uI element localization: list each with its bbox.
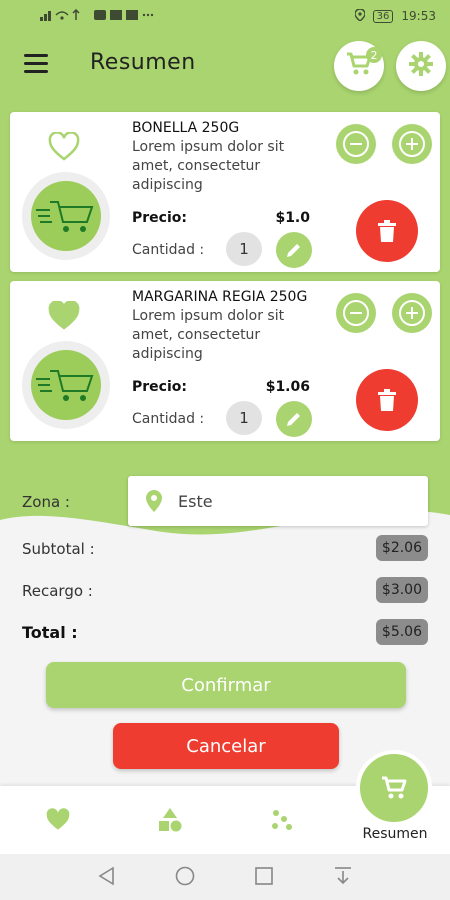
nav-summary[interactable]	[356, 750, 432, 826]
location-pin-icon	[146, 490, 162, 512]
cancel-button[interactable]: Cancelar	[113, 723, 339, 769]
edit-quantity-button[interactable]	[276, 401, 312, 437]
edit-quantity-button[interactable]	[276, 232, 312, 268]
product-name: BONELLA 250G	[132, 120, 240, 136]
location-icon	[353, 7, 366, 24]
recents-icon[interactable]	[254, 866, 274, 890]
price-label: Precio:	[132, 210, 187, 226]
zone-value: Este	[178, 491, 213, 511]
home-icon[interactable]	[175, 866, 195, 890]
product-description: Lorem ipsum dolor sit amet, consectetur …	[132, 139, 285, 193]
favorite-filled-icon[interactable]	[48, 300, 80, 331]
decrease-button[interactable]	[336, 293, 376, 333]
settings-button[interactable]	[396, 41, 446, 91]
notifications-pull-icon[interactable]	[333, 866, 353, 890]
product-name: MARGARINA REGIA 250G	[132, 289, 308, 305]
time: 19:53	[401, 9, 436, 23]
price-value: $1.0	[275, 210, 310, 226]
battery-level: 36	[372, 9, 394, 23]
price-value: $1.06	[265, 379, 310, 395]
minus-icon	[343, 131, 369, 157]
increase-button[interactable]	[392, 124, 432, 164]
status-right: 36 19:53	[353, 7, 436, 24]
plus-icon	[399, 131, 425, 157]
menu-icon[interactable]	[24, 54, 48, 74]
signal-icon	[40, 8, 84, 24]
plus-icon	[399, 300, 425, 326]
nav-discover[interactable]	[266, 806, 298, 834]
quantity-value: 1	[226, 232, 262, 266]
increase-button[interactable]	[392, 293, 432, 333]
pencil-icon	[287, 244, 300, 257]
subtotal-value: $2.06	[375, 535, 428, 561]
system-navigation-bar	[0, 854, 450, 900]
delete-button[interactable]	[356, 369, 418, 431]
cart-illustration-icon	[36, 370, 94, 401]
nav-favorites[interactable]	[42, 806, 74, 834]
surcharge-label: Recargo :	[22, 582, 93, 600]
price-label: Precio:	[132, 379, 187, 395]
subtotal-label: Subtotal :	[22, 540, 95, 558]
nav-summary-label: Resumen	[362, 826, 428, 842]
back-icon[interactable]	[97, 866, 117, 890]
minus-icon	[343, 300, 369, 326]
app-header: Resumen 2	[0, 32, 450, 96]
page-title: Resumen	[90, 50, 196, 75]
product-card: BONELLA 250G Lorem ipsum dolor sit amet,…	[10, 112, 440, 272]
zone-select[interactable]: Este	[128, 476, 428, 526]
product-description: Lorem ipsum dolor sit amet, consectetur …	[132, 308, 285, 362]
shapes-icon	[159, 808, 182, 832]
delete-button[interactable]	[356, 200, 418, 262]
status-bar: 36 19:53	[0, 0, 450, 32]
dots-icon	[272, 810, 292, 830]
heart-icon	[46, 808, 70, 830]
product-card: MARGARINA REGIA 250G Lorem ipsum dolor s…	[10, 281, 440, 441]
status-left	[40, 8, 156, 24]
cart-count-badge: 2	[366, 47, 382, 63]
product-image	[22, 172, 110, 260]
product-image	[22, 341, 110, 429]
favorite-outline-icon[interactable]	[48, 131, 80, 162]
quantity-value: 1	[226, 401, 262, 435]
gear-icon	[408, 51, 434, 81]
zone-label: Zona :	[22, 493, 70, 511]
total-value: $5.06	[375, 619, 428, 645]
notification-icons	[92, 9, 156, 24]
confirm-button[interactable]: Confirmar	[46, 662, 406, 708]
decrease-button[interactable]	[336, 124, 376, 164]
trash-icon	[378, 389, 396, 411]
cart-icon	[382, 776, 407, 799]
quantity-label: Cantidad :	[132, 242, 205, 258]
cart-illustration-icon	[36, 201, 94, 232]
nav-categories[interactable]	[154, 806, 186, 834]
surcharge-value: $3.00	[375, 577, 428, 603]
quantity-label: Cantidad :	[132, 411, 205, 427]
total-label: Total :	[22, 623, 78, 642]
trash-icon	[378, 220, 396, 242]
cart-button[interactable]: 2	[334, 41, 384, 91]
pencil-icon	[287, 413, 300, 426]
